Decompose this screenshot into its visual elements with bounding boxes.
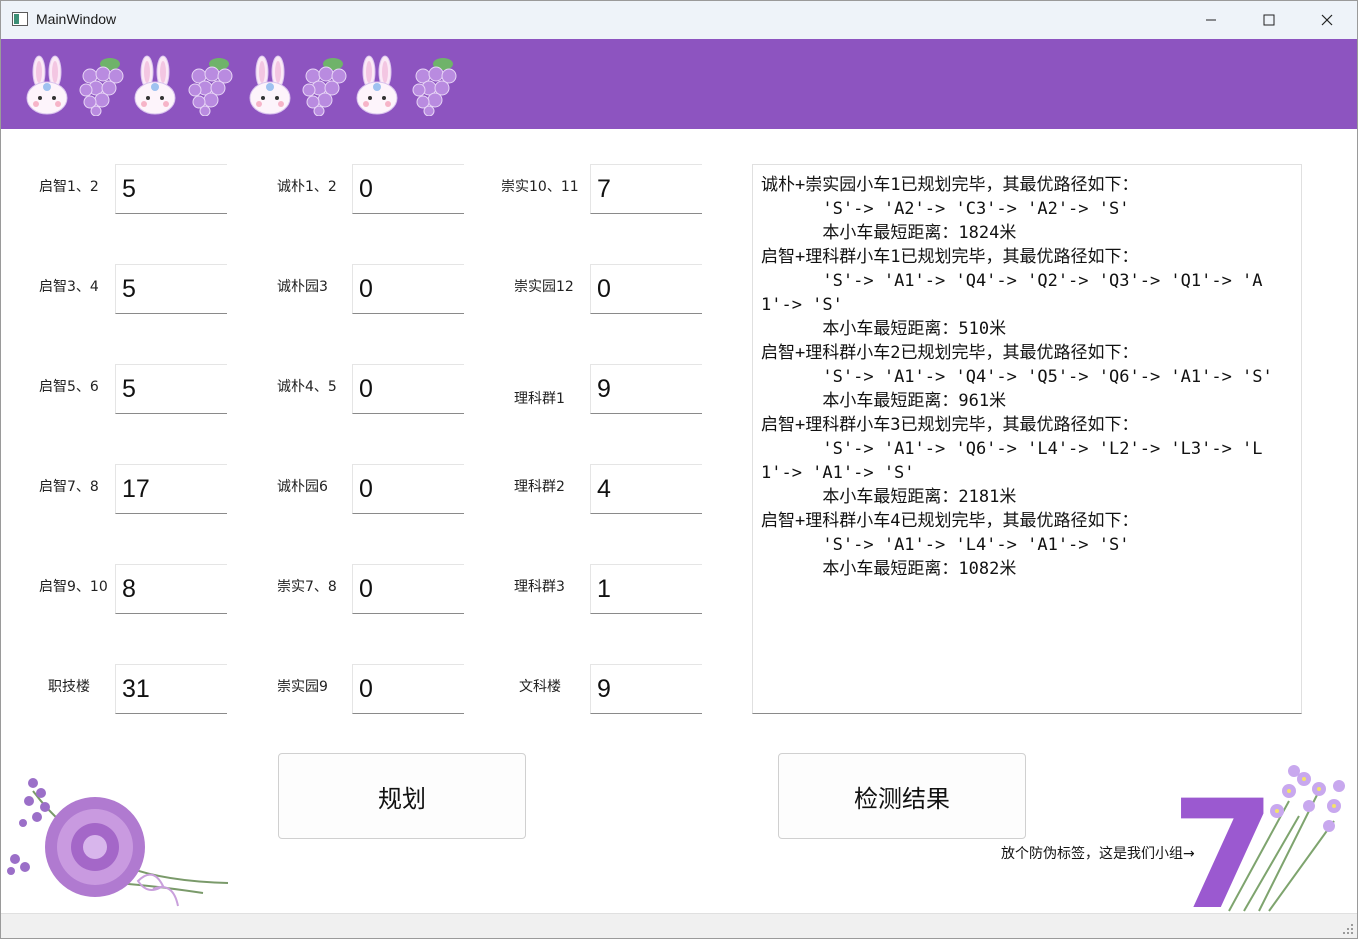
field-label: 诚朴1、2 bbox=[277, 179, 337, 195]
quantity-input[interactable] bbox=[115, 464, 227, 514]
bunny-icon bbox=[249, 55, 291, 115]
quantity-input[interactable] bbox=[115, 564, 227, 614]
grapes-icon bbox=[188, 58, 233, 116]
route-output-text[interactable]: 诚朴+崇实园小车1已规划完毕，其最优路径如下： 'S'-> 'A2'-> 'C3… bbox=[752, 164, 1302, 714]
bunny-icon bbox=[356, 55, 398, 115]
field-label: 文科楼 bbox=[519, 679, 561, 695]
minimize-icon bbox=[1206, 19, 1216, 21]
field-label: 崇实园9 bbox=[277, 679, 328, 695]
quantity-input[interactable] bbox=[115, 664, 227, 714]
quantity-input[interactable] bbox=[352, 464, 464, 514]
status-bar bbox=[1, 913, 1357, 938]
minimize-button[interactable] bbox=[1182, 1, 1240, 39]
header-banner bbox=[1, 39, 1357, 129]
field-label: 启智7、8 bbox=[39, 479, 99, 495]
watermark-label: 放个防伪标签，这是我们小组→ bbox=[1001, 846, 1195, 862]
field-label: 理科群3 bbox=[514, 579, 565, 595]
bunny-icon bbox=[134, 55, 176, 115]
main-window: MainWindow 启智1、2 启智3、4 启智5、6 启智7、8 启智9、10 职技楼… bbox=[0, 0, 1358, 939]
field-label: 启智5、6 bbox=[39, 379, 99, 395]
maximize-button[interactable] bbox=[1240, 1, 1298, 39]
field-label: 崇实园12 bbox=[514, 279, 574, 295]
quantity-input[interactable] bbox=[352, 164, 464, 214]
maximize-icon bbox=[1263, 14, 1275, 26]
grapes-icon bbox=[79, 58, 124, 116]
field-label: 崇实7、8 bbox=[277, 579, 337, 595]
window-title: MainWindow bbox=[36, 11, 117, 27]
quantity-input[interactable] bbox=[590, 364, 702, 414]
plan-button[interactable]: 规划 bbox=[278, 753, 526, 839]
field-label: 诚朴园6 bbox=[277, 479, 328, 495]
field-label: 启智1、2 bbox=[39, 179, 99, 195]
field-label: 启智9、10 bbox=[39, 579, 108, 595]
quantity-input[interactable] bbox=[590, 164, 702, 214]
grapes-icon bbox=[412, 58, 457, 116]
field-label: 启智3、4 bbox=[39, 279, 99, 295]
quantity-input[interactable] bbox=[115, 364, 227, 414]
quantity-input[interactable] bbox=[590, 664, 702, 714]
field-label: 理科群1 bbox=[514, 391, 565, 407]
field-label: 职技楼 bbox=[48, 679, 90, 695]
field-label: 理科群2 bbox=[514, 479, 565, 495]
check-result-button[interactable]: 检测结果 bbox=[778, 753, 1026, 839]
quantity-input[interactable] bbox=[352, 564, 464, 614]
flower-decoration-icon bbox=[7, 778, 229, 907]
field-label: 诚朴4、5 bbox=[277, 379, 337, 395]
quantity-input[interactable] bbox=[352, 364, 464, 414]
quantity-input[interactable] bbox=[115, 164, 227, 214]
svg-text:7: 7 bbox=[1171, 769, 1275, 913]
grapes-icon bbox=[302, 58, 347, 116]
quantity-input[interactable] bbox=[352, 664, 464, 714]
field-label: 崇实10、11 bbox=[501, 179, 579, 195]
close-icon bbox=[1321, 14, 1333, 26]
title-bar[interactable]: MainWindow bbox=[1, 1, 1357, 39]
quantity-input[interactable] bbox=[352, 264, 464, 314]
team-logo-icon: 7 bbox=[1171, 765, 1345, 913]
quantity-input[interactable] bbox=[590, 464, 702, 514]
bunny-icon bbox=[26, 55, 68, 115]
quantity-input[interactable] bbox=[115, 264, 227, 314]
close-button[interactable] bbox=[1298, 1, 1356, 39]
quantity-input[interactable] bbox=[590, 264, 702, 314]
resize-grip-icon[interactable] bbox=[1342, 923, 1354, 935]
field-label: 诚朴园3 bbox=[277, 279, 328, 295]
quantity-input[interactable] bbox=[590, 564, 702, 614]
app-icon bbox=[12, 12, 28, 26]
